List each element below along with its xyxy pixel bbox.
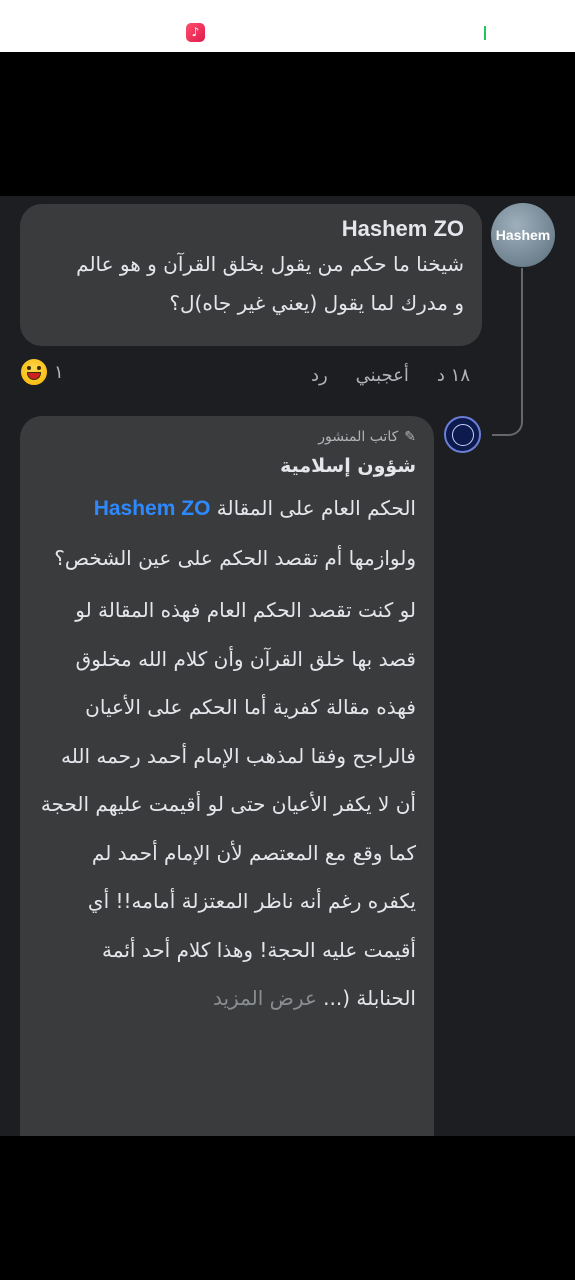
author-badge: ✎ كاتب المنشور — [38, 428, 416, 446]
page-logo-icon — [451, 423, 474, 446]
comment-time: ١٨ د — [436, 364, 470, 386]
reply-paragraph: لو كنت تقصد الحكم العام فهذه المقالة لو … — [38, 586, 416, 1023]
comment-actions: ١٨ د أعجبني رد — [180, 362, 470, 388]
reply-paragraph-text: لو كنت تقصد الحكم العام فهذه المقالة لو … — [40, 598, 416, 1010]
signal-indicator — [484, 26, 486, 40]
reply-text: الحكم العام على المقالة Hashem ZO ولوازم… — [38, 484, 416, 582]
comment-text-line: شيخنا ما حكم من يقول بخلق القرآن و هو عا… — [76, 252, 464, 276]
comment-author[interactable]: Hashem ZO — [38, 216, 464, 242]
reaction-count: ١ — [54, 361, 64, 383]
music-app-icon: ♪ — [186, 23, 205, 42]
pencil-icon: ✎ — [404, 429, 416, 445]
comment-text: شيخنا ما حكم من يقول بخلق القرآن و هو عا… — [38, 244, 464, 324]
reply-text-start: الحكم العام على المقالة — [210, 496, 416, 520]
bottom-black-area — [0, 1136, 575, 1280]
reply-author[interactable]: شؤون إسلامية — [38, 452, 416, 480]
author-badge-label: كاتب المنشور — [318, 429, 399, 445]
laughing-emoji-icon — [20, 358, 48, 386]
comment-bubble: Hashem ZO شيخنا ما حكم من يقول بخلق القر… — [20, 204, 482, 346]
status-bar: ♪ — [0, 0, 575, 52]
reply-button[interactable]: رد — [311, 365, 328, 386]
mention-link[interactable]: Hashem ZO — [94, 497, 211, 520]
like-button[interactable]: أعجبني — [356, 365, 409, 386]
avatar-label: Hashem — [495, 227, 551, 243]
reply-text-end: ولوازمها أم تقصد الحكم على عين الشخص؟ — [54, 545, 416, 570]
reply-bubble: ✎ كاتب المنشور شؤون إسلامية الحكم العام … — [20, 416, 434, 1136]
comment-text-line: و مدرك لما يقول (يعني غير جاه)ل؟ — [169, 291, 464, 315]
top-black-area — [0, 52, 575, 196]
page-avatar[interactable] — [444, 416, 481, 453]
thread-connector-line — [521, 268, 523, 418]
see-more-link[interactable]: عرض المزيد — [213, 986, 317, 1010]
avatar[interactable]: Hashem — [491, 203, 555, 267]
reaction-summary[interactable]: ١ — [20, 358, 64, 386]
